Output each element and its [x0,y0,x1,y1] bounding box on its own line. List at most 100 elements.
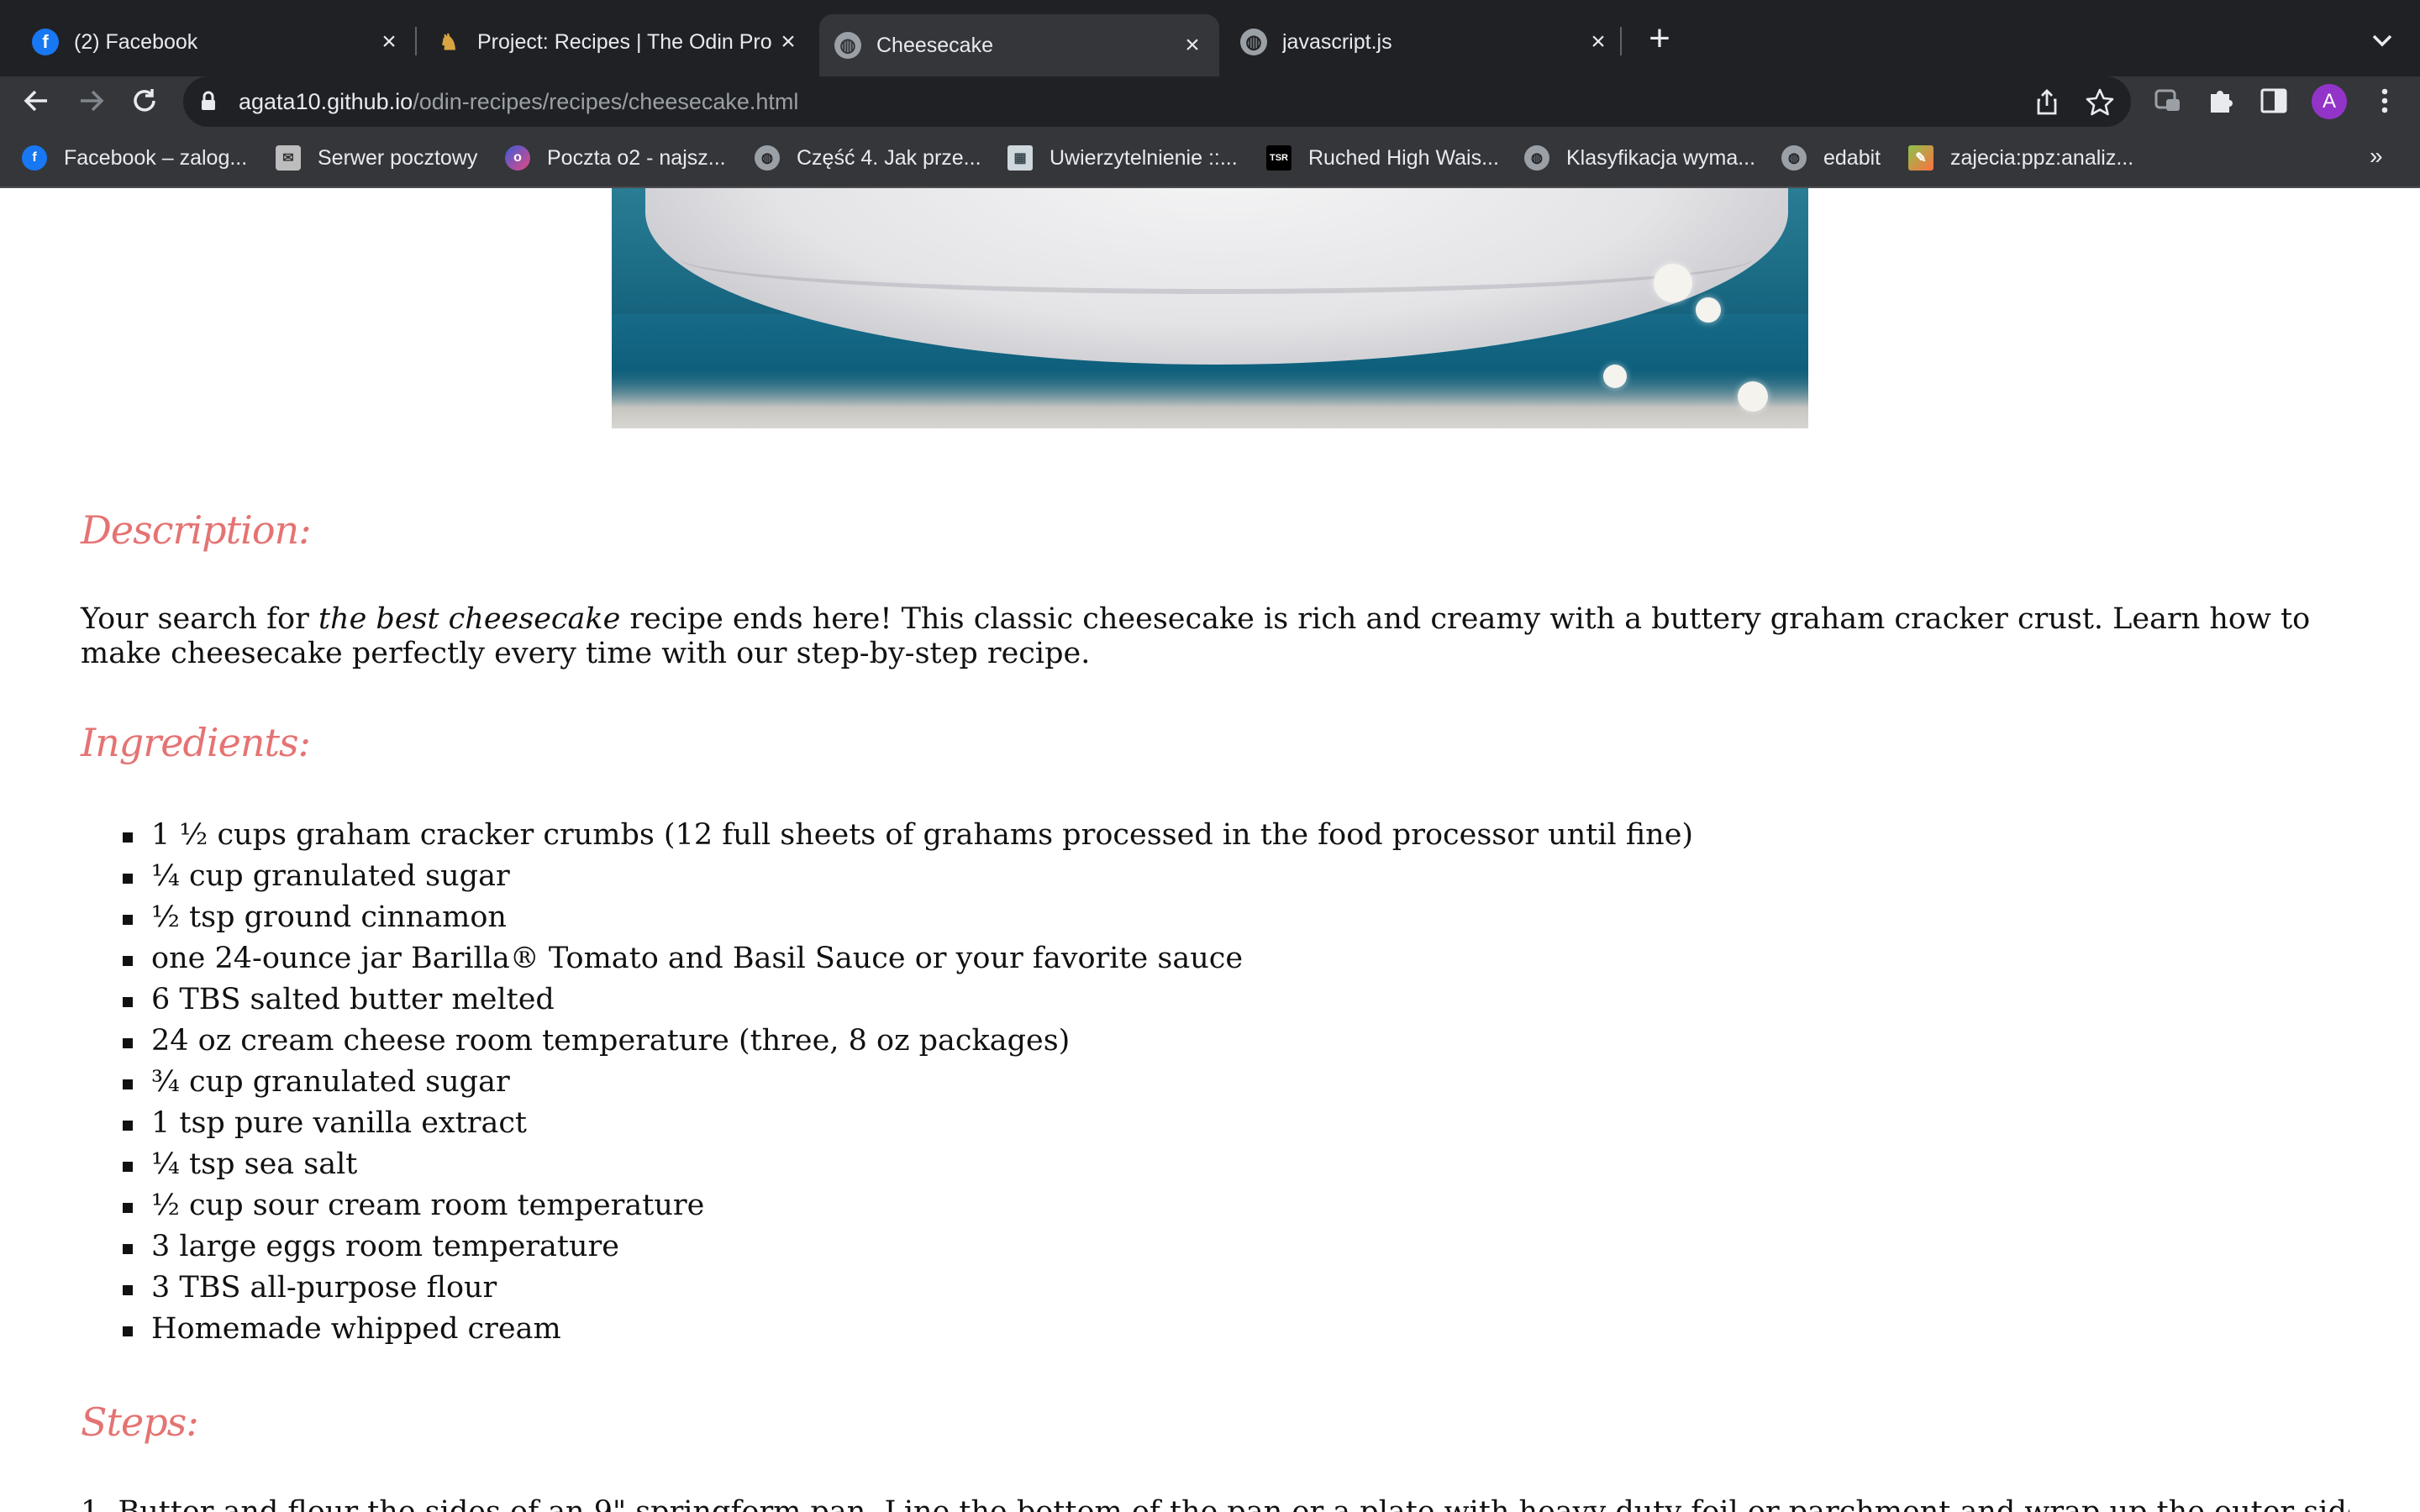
close-icon[interactable]: × [1177,30,1207,60]
bullet-icon [123,956,133,966]
bookmark-label: Klasyfikacja wyma... [1566,145,1756,170]
tab-search-button[interactable] [2365,24,2399,57]
arrow-right-icon [81,90,104,112]
bookmark-klasyfikacja[interactable]: ◍ Klasyfikacja wyma... [1524,143,1755,173]
ingredient-text: ¼ tsp sea salt [151,1147,358,1181]
hero-flower [1603,365,1627,388]
bookmark-label: Facebook – zalog... [64,145,248,170]
tab-title: javascript.js [1282,29,1392,54]
bullet-icon [123,915,133,925]
ingredient-text: Homemade whipped cream [151,1312,561,1346]
address-bar[interactable]: agata10.github.io/odin-recipes/recipes/c… [183,76,2131,127]
forward-button[interactable] [72,82,109,119]
bullet-icon [123,997,133,1007]
facebook-icon: f [32,29,59,55]
bookmark-czesc-4[interactable]: ◍ Część 4. Jak prze... [755,143,981,173]
globe-icon: ◍ [834,32,861,59]
tab-title: Cheesecake [876,33,993,57]
arrow-left-icon [24,90,47,112]
bullet-icon [123,1285,133,1295]
bullet-icon [123,1244,133,1254]
bookmark-edabit[interactable]: ◍ edabit [1781,143,1881,173]
star-icon[interactable] [2085,87,2115,118]
bullet-icon [123,1038,133,1048]
bookmark-label: Ruched High Wais... [1308,145,1499,170]
tab-cheesecake[interactable]: ◍ Cheesecake × [819,14,1219,76]
bookmark-label: zajecia:ppz:analiz... [1950,145,2134,170]
share-icon[interactable] [2032,87,2062,118]
bookmark-ruched-high[interactable]: TSR Ruched High Wais... [1266,143,1499,173]
tab-separator [415,27,417,55]
tab-facebook[interactable]: f (2) Facebook × [17,14,416,70]
mail-icon: ✉ [276,145,301,171]
ingredient-text: 6 TBS salted butter melted [151,983,555,1016]
list-item: 1 ½ cups graham cracker crumbs (12 full … [81,815,1693,856]
ingredients-heading: Ingredients: [81,720,311,765]
tsr-icon: TSR [1266,145,1292,171]
profile-avatar[interactable]: A [2312,84,2347,119]
new-tab-button[interactable]: + [1643,20,1676,57]
tab-odin-project[interactable]: ♞ Project: Recipes | The Odin Pro × [420,14,815,70]
side-panel-icon[interactable] [2257,84,2291,118]
tab-separator [1620,27,1622,55]
bookmark-uwierzytelnienie[interactable]: ▦ Uwierzytelnienie ::... [1007,143,1238,173]
reload-button[interactable] [126,82,163,119]
puzzle-icon[interactable] [2204,84,2238,118]
bookmark-facebook[interactable]: f Facebook – zalog... [22,143,247,173]
bookmark-label: edabit [1823,145,1881,170]
steps-heading: Steps: [81,1399,199,1445]
list-item: 1 tsp pure vanilla extract [81,1103,1693,1144]
close-icon[interactable]: × [374,27,404,57]
bookmark-label: Część 4. Jak prze... [797,145,981,170]
step-item-partial: 1. Butter and flour the sides of an 9" s… [81,1495,2349,1512]
bullet-icon [123,1121,133,1131]
description-emphasis: the best cheesecake [318,602,621,636]
description-text: Your search for the best cheesecake reci… [81,602,2349,671]
tab-javascript[interactable]: ◍ javascript.js × [1225,14,1625,70]
bookmark-serwer-pocztowy[interactable]: ✉ Serwer pocztowy [276,143,477,173]
auth-icon: ▦ [1007,145,1033,171]
url-path: /odin-recipes/recipes/cheesecake.html [413,88,799,114]
list-item: 3 TBS all-purpose flour [81,1268,1693,1309]
menu-kebab-icon[interactable] [2368,84,2402,118]
extension-icon[interactable] [2151,84,2185,118]
ingredient-text: 3 large eggs room temperature [151,1230,619,1263]
bullet-icon [123,1162,133,1172]
bookmarks-overflow-button[interactable]: » [2370,143,2383,170]
list-item: 3 large eggs room temperature [81,1226,1693,1268]
lock-icon[interactable] [197,90,220,113]
bookmark-label: Serwer pocztowy [318,145,478,170]
url-host: agata10.github.io [239,88,413,114]
description-before: Your search for [81,602,318,636]
ingredient-text: ½ tsp ground cinnamon [151,900,507,934]
list-item: one 24-ounce jar Barilla® Tomato and Bas… [81,938,1693,979]
back-button[interactable] [18,82,55,119]
bookmark-zajecia[interactable]: ✎ zajecia:ppz:analiz... [1908,143,2133,173]
facebook-icon: f [22,145,47,171]
bullet-icon [123,832,133,843]
hero-flower [1696,297,1721,323]
ingredient-text: ¾ cup granulated sugar [151,1065,510,1099]
globe-icon: ◍ [1524,145,1549,171]
reload-icon [134,89,155,112]
description-heading: Description: [81,507,312,553]
cheesecake-image [612,188,1808,428]
hero-flower [1738,381,1768,412]
ingredient-text: 24 oz cream cheese room temperature (thr… [151,1024,1071,1058]
bullet-icon [123,1203,133,1213]
page-content: Description: Your search for the best ch… [0,188,2420,1512]
close-icon[interactable]: × [1583,27,1613,57]
globe-icon: ◍ [755,145,780,171]
odin-icon: ♞ [439,29,459,55]
bookmark-poczta-o2[interactable]: o Poczta o2 - najsz... [505,143,726,173]
url-text: agata10.github.io/odin-recipes/recipes/c… [239,89,798,115]
bookmark-label: Uwierzytelnienie ::... [1050,145,1238,170]
ingredient-text: one 24-ounce jar Barilla® Tomato and Bas… [151,942,1244,975]
close-icon[interactable]: × [773,27,803,57]
list-item: ½ tsp ground cinnamon [81,897,1693,938]
list-item: ¼ tsp sea salt [81,1144,1693,1185]
list-item: ¾ cup granulated sugar [81,1062,1693,1103]
o2-icon: o [505,145,530,171]
ingredient-text: 3 TBS all-purpose flour [151,1271,497,1305]
ingredient-text: 1 ½ cups graham cracker crumbs (12 full … [151,818,1694,852]
